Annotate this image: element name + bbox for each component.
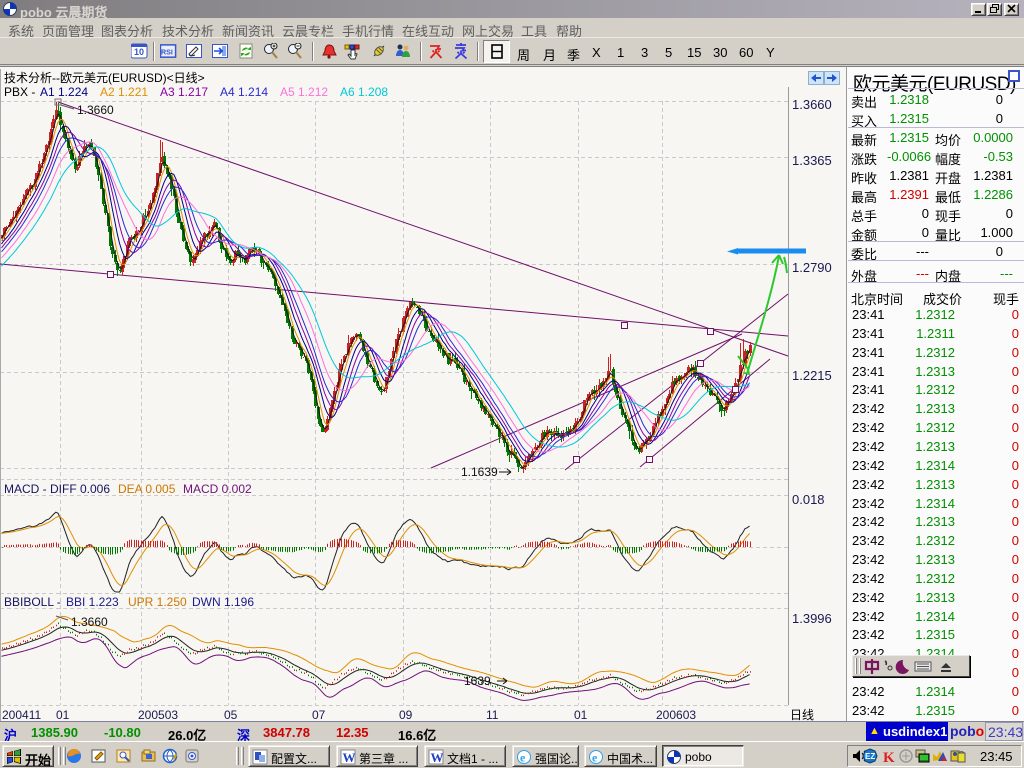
svg-text:1.1639: 1.1639 [461, 465, 498, 479]
svg-text:10: 10 [134, 47, 144, 57]
svg-text:1.3660: 1.3660 [792, 97, 832, 112]
svg-text:e: e [520, 751, 526, 765]
svg-text:1.2215: 1.2215 [792, 368, 832, 383]
svg-text:01: 01 [574, 708, 588, 722]
svg-text:BBI 1.223: BBI 1.223 [66, 595, 119, 609]
svg-text:DWN 1.196: DWN 1.196 [192, 595, 254, 609]
svg-text:200411: 200411 [2, 708, 41, 722]
svg-text:0.018: 0.018 [792, 492, 825, 507]
svg-text:1.2790: 1.2790 [792, 260, 832, 275]
svg-text:PBX -: PBX - [4, 85, 35, 99]
svg-text:A2 1.221: A2 1.221 [100, 85, 148, 99]
svg-text:BBIBOLL -: BBIBOLL - [4, 595, 61, 609]
svg-text:W: W [343, 750, 356, 765]
svg-text:A3 1.217: A3 1.217 [160, 85, 208, 99]
svg-text:UPR 1.250: UPR 1.250 [128, 595, 187, 609]
svg-text:MACD - DIFF 0.006: MACD - DIFF 0.006 [4, 482, 110, 496]
svg-text:1.3660: 1.3660 [77, 103, 114, 117]
svg-text:MACD 0.002: MACD 0.002 [183, 482, 252, 496]
svg-text:W: W [431, 750, 444, 765]
svg-text:1.3365: 1.3365 [792, 153, 832, 168]
svg-text:200603: 200603 [656, 708, 696, 722]
svg-text:09: 09 [399, 708, 413, 722]
svg-text:11: 11 [486, 708, 499, 722]
svg-text:技术分析--欧元美元(EURUSD)<日线>: 技术分析--欧元美元(EURUSD)<日线> [4, 71, 205, 85]
svg-text:1639: 1639 [464, 674, 491, 688]
svg-text:1.3660: 1.3660 [71, 615, 108, 629]
svg-text:A4 1.214: A4 1.214 [220, 85, 268, 99]
svg-text:日线: 日线 [790, 708, 814, 722]
svg-text:e: e [592, 751, 598, 765]
svg-text:RSI: RSI [161, 48, 173, 56]
svg-text:A1 1.224: A1 1.224 [40, 85, 88, 99]
svg-text:05: 05 [224, 708, 238, 722]
svg-text:EZ: EZ [865, 752, 875, 761]
svg-text:DEA 0.005: DEA 0.005 [118, 482, 176, 496]
svg-text:A5 1.212: A5 1.212 [280, 85, 328, 99]
svg-text:K: K [883, 750, 895, 764]
svg-text:1.3996: 1.3996 [792, 611, 832, 626]
svg-text:01: 01 [56, 708, 70, 722]
svg-text:07: 07 [312, 708, 326, 722]
svg-text:200503: 200503 [138, 708, 178, 722]
svg-text:A6 1.208: A6 1.208 [340, 85, 388, 99]
